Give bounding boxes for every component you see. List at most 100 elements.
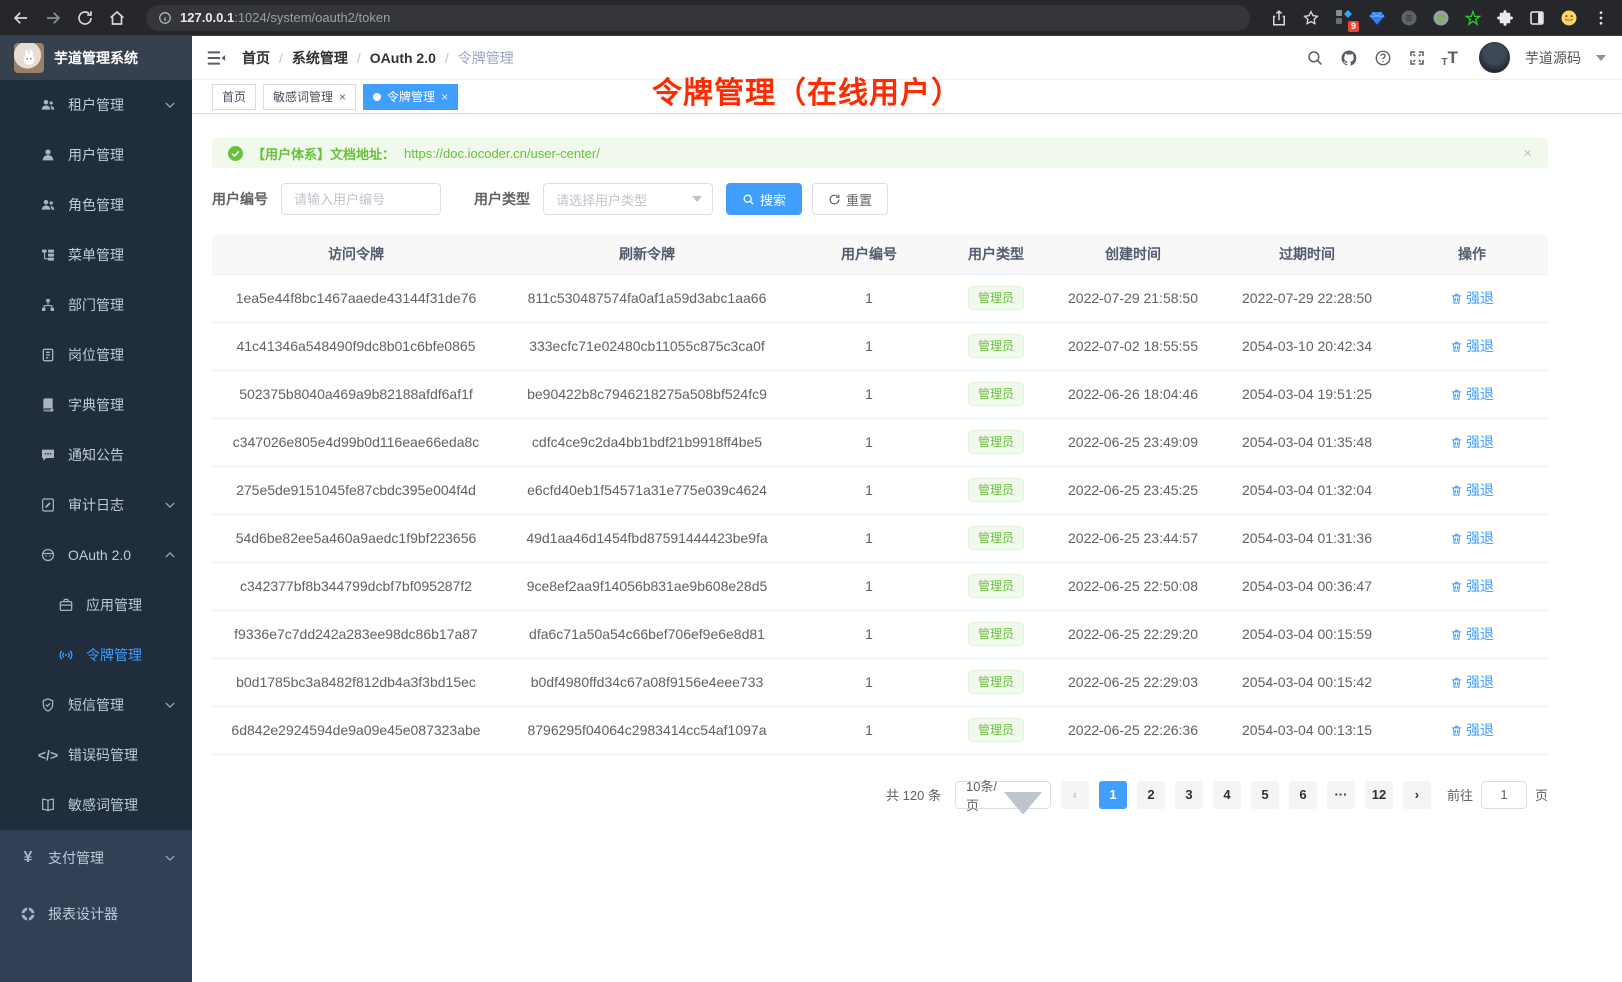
sidebar-item-sensitive-word[interactable]: 敏感词管理 [0, 780, 192, 830]
sidebar-item-error-code[interactable]: </> 错误码管理 [0, 730, 192, 780]
sidebar-item-oauth2-token[interactable]: 令牌管理 [0, 630, 192, 680]
jump-page-input[interactable] [1481, 781, 1527, 809]
sidebar-item-oauth2-app[interactable]: 应用管理 [0, 580, 192, 630]
extension-colored-icon[interactable]: 9 [1334, 8, 1354, 28]
share-icon[interactable] [1270, 9, 1288, 27]
force-logout-button[interactable]: 强退 [1450, 384, 1494, 404]
tab-敏感词管理[interactable]: 敏感词管理 × [263, 84, 356, 110]
sidebar-item-post[interactable]: 岗位管理 [0, 330, 192, 380]
app-logo[interactable]: 芋道管理系统 [0, 36, 192, 80]
breadcrumb-item[interactable]: 系统管理 [292, 48, 348, 68]
sidebar-collapse-icon[interactable] [206, 48, 226, 68]
action-cell: 强退 [1396, 610, 1548, 658]
force-logout-button[interactable]: 强退 [1450, 528, 1494, 548]
green-star-extension-icon[interactable] [1464, 9, 1482, 27]
sidebar-item-notice[interactable]: 通知公告 [0, 430, 192, 480]
jump-suffix-label: 页 [1535, 785, 1548, 804]
search-button[interactable]: 搜索 [726, 183, 802, 215]
page-button-5[interactable]: 5 [1251, 781, 1279, 809]
breadcrumb-item[interactable]: 首页 [242, 48, 270, 68]
sidebar-item-user[interactable]: 用户管理 [0, 130, 192, 180]
user-name[interactable]: 芋道源码 [1525, 48, 1581, 68]
page-size-select[interactable]: 10条/页 [955, 781, 1051, 809]
tab-close-icon[interactable]: × [441, 91, 448, 103]
expire-time-cell: 2054-03-04 01:35:48 [1218, 418, 1396, 466]
page-button-1[interactable]: 1 [1099, 781, 1127, 809]
site-info-icon[interactable] [158, 11, 172, 25]
user-type-tag: 管理员 [968, 718, 1024, 742]
force-logout-button[interactable]: 强退 [1450, 336, 1494, 356]
extensions-puzzle-icon[interactable] [1496, 9, 1514, 27]
user-id-label: 用户编号 [212, 189, 268, 209]
sidebar-item-oauth2[interactable]: OAuth 2.0 [0, 530, 192, 580]
action-cell: 强退 [1396, 370, 1548, 418]
user-menu-caret-icon[interactable] [1596, 55, 1606, 61]
user-id-input[interactable] [281, 183, 441, 215]
gem-extension-icon[interactable] [1368, 9, 1386, 27]
page-button-4[interactable]: 4 [1213, 781, 1241, 809]
force-logout-button[interactable]: 强退 [1450, 720, 1494, 740]
menu-item-label: 支付管理 [48, 848, 104, 868]
force-logout-button[interactable]: 强退 [1450, 432, 1494, 452]
github-icon[interactable] [1340, 48, 1359, 67]
next-page-button[interactable]: › [1403, 781, 1431, 809]
tokens-table: 访问令牌刷新令牌用户编号用户类型创建时间过期时间操作 1ea5e44f8bc14… [212, 234, 1548, 755]
created-time-cell: 2022-06-26 18:04:46 [1048, 370, 1218, 418]
action-cell: 强退 [1396, 514, 1548, 562]
font-size-icon[interactable]: TT [1442, 48, 1459, 68]
green-circle-extension-icon[interactable] [1432, 9, 1450, 27]
profile-emoji-icon[interactable] [1560, 9, 1578, 27]
refresh-token-cell: 333ecfc71e02480cb11055c875c3ca0f [500, 322, 794, 370]
fullscreen-icon[interactable] [1408, 48, 1427, 67]
prev-page-button[interactable]: ‹ [1061, 781, 1089, 809]
page-button-12[interactable]: 12 [1365, 781, 1393, 809]
signal-icon [58, 647, 74, 663]
browser-back-icon[interactable] [12, 9, 30, 27]
force-logout-button[interactable]: 强退 [1450, 624, 1494, 644]
user-avatar[interactable] [1479, 42, 1510, 73]
user-type-select[interactable]: 请选择用户类型 [543, 183, 713, 215]
expire-time-cell: 2054-03-04 19:51:25 [1218, 370, 1396, 418]
delete-icon [1450, 436, 1463, 449]
reset-button[interactable]: 重置 [812, 183, 888, 215]
table-row: c347026e805e4d99b0d116eae66eda8c cdfc4ce… [212, 418, 1548, 466]
table-row: 41c41346a548490f9dc8b01c6bfe0865 333ecfc… [212, 322, 1548, 370]
breadcrumb-item[interactable]: OAuth 2.0 [370, 50, 436, 66]
browser-menu-icon[interactable] [1592, 9, 1610, 27]
tab-close-icon[interactable]: × [339, 91, 346, 103]
tab-active-dot [373, 93, 381, 101]
user-type-placeholder: 请选择用户类型 [556, 190, 692, 209]
force-logout-button[interactable]: 强退 [1450, 288, 1494, 308]
page-button-2[interactable]: 2 [1137, 781, 1165, 809]
page-more-button[interactable]: ··· [1327, 781, 1355, 809]
force-logout-button[interactable]: 强退 [1450, 672, 1494, 692]
browser-forward-icon[interactable] [44, 9, 62, 27]
force-logout-button[interactable]: 强退 [1450, 576, 1494, 596]
bookmark-star-icon[interactable] [1302, 9, 1320, 27]
sidebar-item-tenant[interactable]: 租户管理 [0, 80, 192, 130]
alert-close-icon[interactable]: × [1523, 146, 1532, 161]
page-button-3[interactable]: 3 [1175, 781, 1203, 809]
sidebar-item-menu[interactable]: 菜单管理 [0, 230, 192, 280]
sidebar-item-sms[interactable]: 短信管理 [0, 680, 192, 730]
user-id-cell: 1 [794, 322, 944, 370]
user-type-tag: 管理员 [968, 334, 1024, 358]
sidebar-item-role[interactable]: 角色管理 [0, 180, 192, 230]
tab-令牌管理[interactable]: 令牌管理 × [363, 84, 458, 110]
browser-reload-icon[interactable] [76, 9, 94, 27]
help-icon[interactable] [1374, 48, 1393, 67]
force-logout-button[interactable]: 强退 [1450, 480, 1494, 500]
tab-首页[interactable]: 首页 [212, 84, 256, 110]
side-panel-icon[interactable] [1528, 9, 1546, 27]
address-bar[interactable]: 127.0.0.1:1024/system/oauth2/token [146, 5, 1250, 31]
header-search-icon[interactable] [1306, 48, 1325, 67]
sidebar-item-dict[interactable]: 字典管理 [0, 380, 192, 430]
sidebar-item-report[interactable]: 报表设计器 [0, 886, 192, 942]
browser-home-icon[interactable] [108, 9, 126, 27]
sidebar-item-dept[interactable]: 部门管理 [0, 280, 192, 330]
sidebar-item-audit-log[interactable]: 审计日志 [0, 480, 192, 530]
alert-doc-link[interactable]: https://doc.iocoder.cn/user-center/ [404, 146, 600, 161]
page-button-6[interactable]: 6 [1289, 781, 1317, 809]
sidebar-item-pay[interactable]: ¥ 支付管理 [0, 830, 192, 886]
dark-circle-extension-icon[interactable] [1400, 9, 1418, 27]
